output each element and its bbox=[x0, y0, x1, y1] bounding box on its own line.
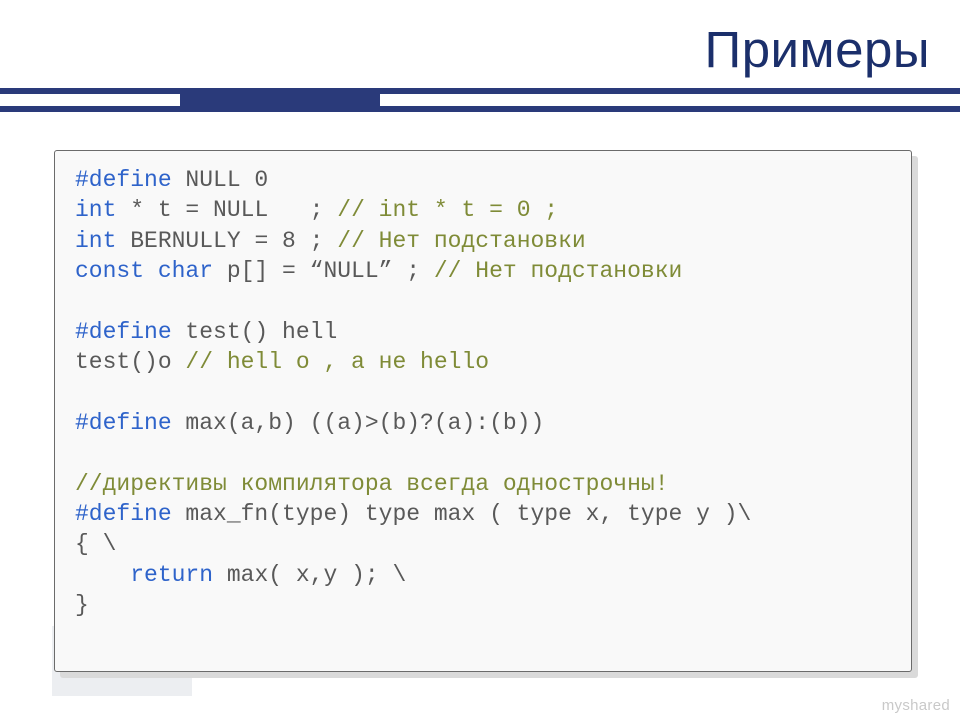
code-token: // Нет подстановки bbox=[337, 228, 585, 254]
code-token: max_fn(type) type max ( type x, type y )… bbox=[185, 501, 751, 527]
divider-block bbox=[180, 94, 380, 106]
code-token: test()o bbox=[75, 349, 185, 375]
code-token: BERNULLY = 8 ; bbox=[130, 228, 337, 254]
code-token: const char bbox=[75, 258, 227, 284]
code-token: // Нет подстановки bbox=[434, 258, 682, 284]
slide: Примеры #define NULL 0 int * t = NULL ; … bbox=[0, 0, 960, 720]
code-token: } bbox=[75, 592, 89, 618]
code-listing: #define NULL 0 int * t = NULL ; // int *… bbox=[75, 165, 891, 620]
code-token: #define bbox=[75, 501, 185, 527]
code-token: int bbox=[75, 228, 130, 254]
code-token: //директивы компилятора всегда одностроч… bbox=[75, 471, 669, 497]
code-token: // hell o , а не hello bbox=[185, 349, 489, 375]
code-token: max( x,y ); \ bbox=[227, 562, 406, 588]
code-token: p[] = “NULL” ; bbox=[227, 258, 434, 284]
code-token: #define bbox=[75, 410, 185, 436]
code-box: #define NULL 0 int * t = NULL ; // int *… bbox=[54, 150, 912, 672]
code-token: return bbox=[130, 562, 227, 588]
code-token: NULL 0 bbox=[185, 167, 268, 193]
code-token bbox=[75, 562, 130, 588]
code-token: test() hell bbox=[185, 319, 337, 345]
code-token: // int * t = 0 ; bbox=[337, 197, 558, 223]
code-token: int bbox=[75, 197, 130, 223]
slide-title: Примеры bbox=[705, 20, 930, 79]
watermark: myshared bbox=[882, 697, 950, 714]
code-token: * t = NULL ; bbox=[130, 197, 337, 223]
code-token: { \ bbox=[75, 531, 116, 557]
divider-stripe bbox=[0, 88, 960, 112]
code-token: #define bbox=[75, 319, 185, 345]
code-token: max(a,b) ((a)>(b)?(a):(b)) bbox=[185, 410, 544, 436]
code-token: #define bbox=[75, 167, 185, 193]
